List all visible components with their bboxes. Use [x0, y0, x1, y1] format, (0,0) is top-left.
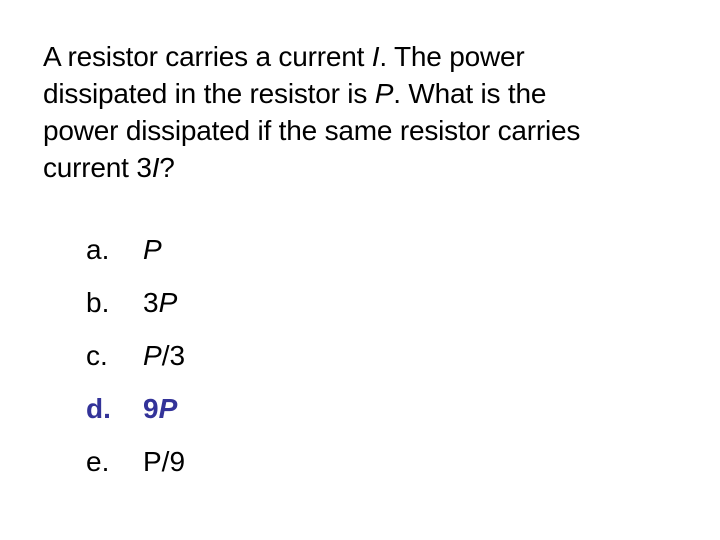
option-text: P — [143, 234, 162, 265]
option-text: P/3 — [143, 340, 186, 371]
option-e: e. P/9 — [86, 446, 185, 478]
option-letter: b. — [86, 287, 110, 318]
option-letter: a. — [86, 234, 110, 265]
question-line-3: power dissipated if the same resistor ca… — [43, 115, 581, 146]
question-text: A resistor carries a current I. The powe… — [43, 38, 693, 186]
option-text: 9P — [143, 393, 178, 424]
option-c: c. P/3 — [86, 340, 185, 372]
option-text: 3P — [143, 287, 178, 318]
option-text: P/9 — [143, 446, 186, 477]
question-line-1: A resistor carries a current I. The powe… — [43, 41, 525, 72]
option-d-correct: d. 9P — [86, 393, 177, 425]
question-line-2: dissipated in the resistor is P. What is… — [43, 78, 547, 109]
question-line-4: current 3I? — [43, 152, 175, 183]
variable-power: P — [374, 78, 394, 109]
option-letter: c. — [86, 340, 108, 371]
option-letter: e. — [86, 446, 110, 477]
option-letter: d. — [86, 393, 111, 424]
option-a: a. P — [86, 234, 162, 266]
option-b: b. 3P — [86, 287, 177, 319]
